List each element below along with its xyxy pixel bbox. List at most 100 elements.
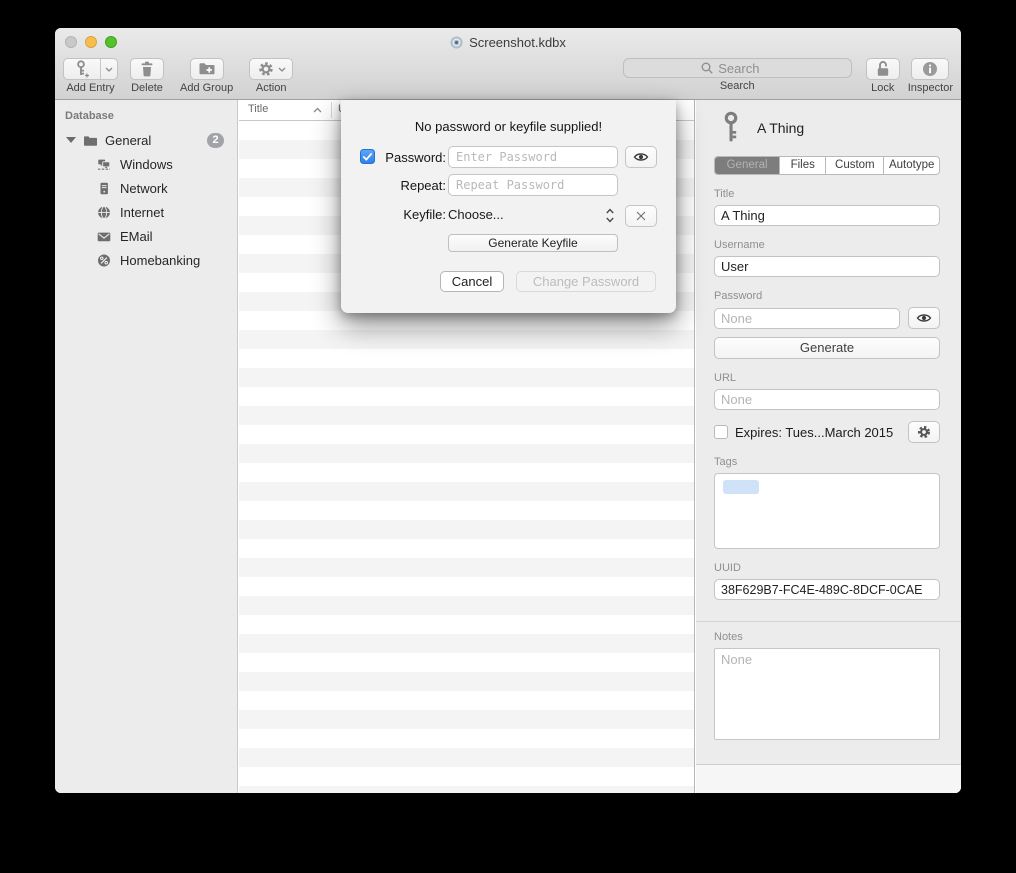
expires-label: Expires: Tues...March 2015 (735, 425, 893, 440)
action-label: Action (256, 82, 287, 94)
internet-icon (96, 205, 112, 220)
password-checkbox[interactable] (360, 149, 375, 164)
url-field[interactable] (714, 389, 940, 410)
clear-keyfile-button[interactable] (625, 205, 657, 227)
cancel-button[interactable]: Cancel (440, 271, 504, 292)
reveal-password-button[interactable] (625, 146, 657, 168)
tag-pill[interactable] (723, 480, 759, 494)
lock-label: Lock (871, 82, 894, 94)
content: Database General 2 (55, 100, 961, 793)
inspector-item: Inspector (908, 58, 953, 94)
trash-icon (137, 59, 157, 79)
add-group-button[interactable] (190, 58, 224, 80)
sidebar-item-label: Internet (120, 205, 164, 220)
tab-files[interactable]: Files (779, 157, 825, 174)
sidebar-item-windows[interactable]: Windows (55, 152, 237, 176)
chevron-down-icon (278, 67, 286, 72)
sort-ascending-icon (313, 107, 322, 113)
folder-icon (82, 133, 98, 148)
username-field[interactable] (714, 256, 940, 277)
delete-label: Delete (131, 82, 163, 94)
eye-icon (633, 150, 649, 164)
password-sheet-dialog: No password or keyfile supplied! Passwor… (341, 100, 676, 313)
entry-title: A Thing (757, 120, 804, 136)
inspector-footer (696, 764, 961, 793)
keyfile-popup[interactable]: Choose... (448, 207, 504, 222)
tab-autotype[interactable]: Autotype (883, 157, 939, 174)
search-label: Search (720, 80, 755, 92)
expires-row: Expires: Tues...March 2015 (714, 421, 940, 443)
search-field[interactable] (623, 58, 852, 78)
notes-textarea[interactable] (714, 648, 940, 740)
titlebar[interactable]: Screenshot.kdbx (55, 28, 961, 56)
stepper-icon[interactable] (605, 207, 615, 224)
lock-button[interactable] (866, 58, 900, 80)
password-label: Password (714, 290, 940, 302)
enter-password-input[interactable] (448, 146, 618, 168)
sidebar-item-homebanking[interactable]: Homebanking (55, 248, 237, 272)
check-icon (362, 152, 373, 162)
expires-checkbox[interactable] (714, 425, 728, 439)
search-input[interactable] (718, 61, 774, 76)
window-chrome: Screenshot.kdbx (55, 28, 961, 100)
tab-general[interactable]: General (715, 157, 779, 174)
document-proxy-icon (450, 36, 463, 49)
app-window: Screenshot.kdbx (55, 28, 961, 793)
generate-keyfile-button[interactable]: Generate Keyfile (448, 234, 618, 252)
notes-label: Notes (714, 631, 940, 643)
password-field[interactable] (714, 308, 900, 329)
title-group: Screenshot.kdbx (55, 28, 961, 56)
entry-header: A Thing (714, 109, 940, 147)
homebanking-icon (96, 253, 112, 268)
lock-item: Lock (866, 58, 900, 94)
sidebar-item-general[interactable]: General 2 (55, 128, 237, 152)
tags-box[interactable] (714, 473, 940, 549)
add-group-label: Add Group (180, 82, 233, 94)
search-icon (700, 61, 714, 75)
add-entry-label: Add Entry (66, 82, 114, 94)
search-item: Search (623, 58, 852, 92)
sidebar-item-label: Windows (120, 157, 173, 172)
info-icon (921, 60, 939, 78)
keyfile-label: Keyfile: (376, 207, 446, 222)
expires-settings-button[interactable] (908, 421, 940, 443)
inspector-button[interactable] (911, 58, 949, 80)
column-divider[interactable] (331, 102, 332, 118)
sidebar-header: Database (55, 100, 237, 128)
add-entry-button[interactable] (63, 58, 118, 80)
add-entry-item: Add Entry (63, 58, 118, 94)
section-divider (696, 621, 961, 622)
count-badge: 2 (207, 133, 224, 148)
sidebar-item-label: Network (120, 181, 168, 196)
action-button[interactable] (249, 58, 293, 80)
change-password-button[interactable]: Change Password (516, 271, 656, 292)
sidebar-item-label: Homebanking (120, 253, 200, 268)
sidebar: Database General 2 (55, 100, 238, 793)
gear-icon (916, 424, 932, 440)
email-icon (96, 229, 112, 244)
uuid-field[interactable] (714, 579, 940, 600)
repeat-password-input[interactable] (448, 174, 618, 196)
delete-button[interactable] (130, 58, 164, 80)
inspector-tabs: General Files Custom Autotype (714, 156, 940, 175)
add-entry-main[interactable] (64, 59, 100, 79)
reveal-password-button[interactable] (908, 307, 940, 329)
title-field[interactable] (714, 205, 940, 226)
disclosure-triangle-icon[interactable] (66, 137, 76, 143)
dialog-message: No password or keyfile supplied! (341, 119, 676, 134)
add-entry-dropdown[interactable] (100, 59, 117, 79)
window-title: Screenshot.kdbx (469, 35, 566, 50)
sidebar-item-internet[interactable]: Internet (55, 200, 237, 224)
key-plus-icon (72, 59, 92, 79)
sidebar-item-network[interactable]: Network (55, 176, 237, 200)
delete-item: Delete (130, 58, 164, 94)
add-group-item: Add Group (180, 58, 233, 94)
chevron-down-icon (105, 67, 113, 72)
sidebar-item-email[interactable]: EMail (55, 224, 237, 248)
folder-plus-icon (197, 59, 217, 79)
generate-password-button[interactable]: Generate (714, 337, 940, 359)
column-header-title[interactable]: Title (248, 103, 268, 115)
title-label: Title (714, 188, 940, 200)
tab-custom[interactable]: Custom (825, 157, 883, 174)
repeat-label: Repeat: (376, 178, 446, 193)
